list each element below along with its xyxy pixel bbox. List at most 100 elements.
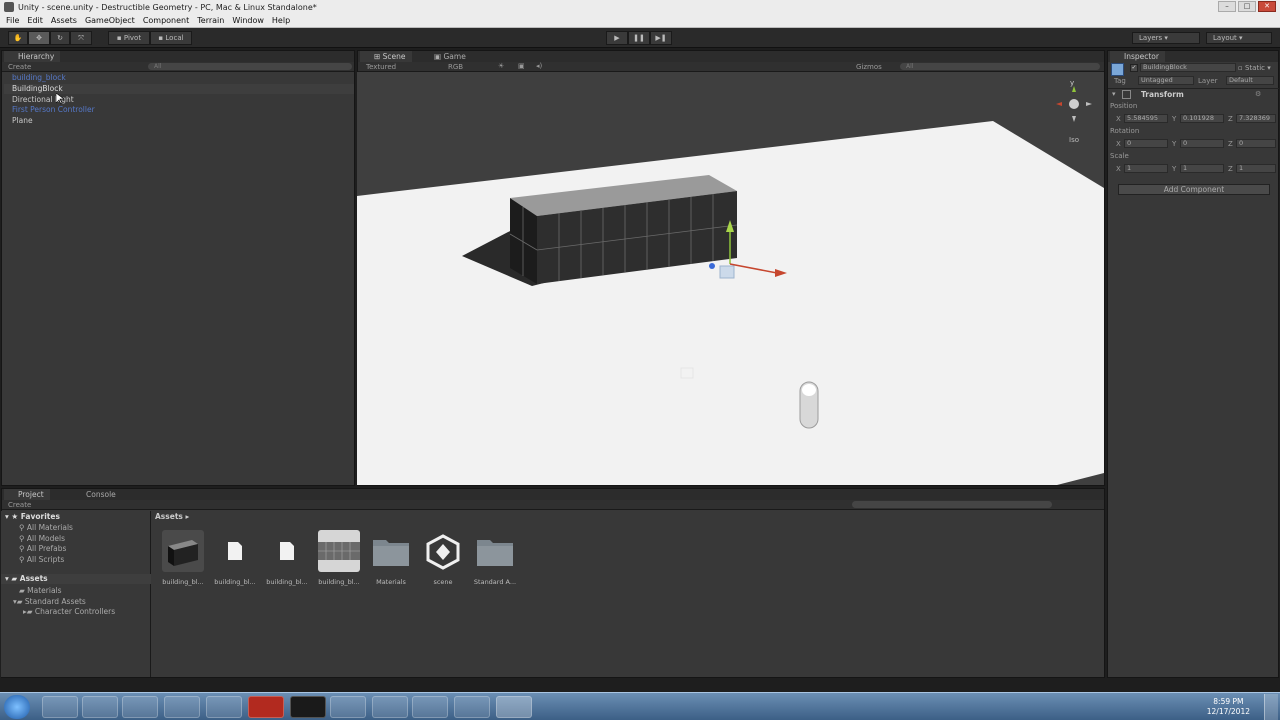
favorite-item[interactable]: ⚲ All Models [19, 534, 65, 544]
show-desktop-button[interactable] [1264, 694, 1278, 720]
hierarchy-create[interactable]: Create [8, 63, 31, 71]
step-button[interactable]: ▶❚ [650, 31, 672, 45]
position-y-field[interactable]: 0.101928 [1180, 114, 1224, 123]
maximize-button[interactable]: □ [1238, 1, 1256, 12]
add-component-button[interactable]: Add Component [1118, 184, 1270, 195]
rotation-z-field[interactable]: 0 [1236, 139, 1276, 148]
hierarchy-search-text: All [154, 63, 162, 70]
rotation-x-field[interactable]: 0 [1124, 139, 1168, 148]
image-toggle-icon[interactable]: ▣ [518, 62, 525, 70]
gizmos-dropdown[interactable]: Gizmos [856, 63, 882, 71]
scale-x-label: X [1116, 165, 1121, 173]
scene-viewport[interactable]: y Iso [357, 72, 1104, 485]
app-taskbar-icon[interactable] [454, 696, 490, 718]
asset-item[interactable]: Standard A... [469, 530, 521, 586]
favorite-item[interactable]: ⚲ All Prefabs [19, 544, 66, 554]
media-taskbar-icon[interactable] [290, 696, 326, 718]
pivot-toggle[interactable]: ▪ Pivot [108, 31, 150, 45]
menu-terrain[interactable]: Terrain [193, 16, 228, 25]
app-taskbar-icon[interactable] [164, 696, 200, 718]
blender-taskbar-icon[interactable] [412, 696, 448, 718]
object-name-field[interactable]: BuildingBlock [1140, 63, 1236, 72]
menu-edit[interactable]: Edit [23, 16, 47, 25]
menu-component[interactable]: Component [139, 16, 193, 25]
hierarchy-item[interactable]: Plane [12, 116, 33, 126]
pause-button[interactable]: ❚❚ [628, 31, 650, 45]
menu-help[interactable]: Help [268, 16, 294, 25]
active-checkbox[interactable]: ✓ [1130, 64, 1138, 72]
app-taskbar-icon[interactable] [206, 696, 242, 718]
static-toggle[interactable]: ▫ Static ▾ [1238, 64, 1271, 72]
rot-y-label: Y [1172, 140, 1177, 148]
asset-item[interactable]: scene [417, 530, 469, 586]
layout-dropdown[interactable]: Layout ▾ [1206, 32, 1272, 44]
app-taskbar-icon[interactable] [372, 696, 408, 718]
favorite-item[interactable]: ⚲ All Materials [19, 523, 73, 533]
projection-label[interactable]: Iso [1069, 136, 1079, 144]
tab-console[interactable]: Console [72, 489, 122, 500]
tree-folder[interactable]: ▾▰ Standard Assets [13, 597, 86, 607]
menu-file[interactable]: File [2, 16, 23, 25]
scale-tool-icon[interactable]: ⤧ [70, 31, 92, 45]
asset-item[interactable]: building_bl... [157, 530, 209, 586]
chrome-taskbar-icon[interactable] [82, 696, 118, 718]
scale-z-field[interactable]: 1 [1236, 164, 1276, 173]
color-mode-dropdown[interactable]: RGB [448, 63, 463, 71]
app-taskbar-icon[interactable] [330, 696, 366, 718]
tab-project[interactable]: Project [4, 489, 50, 500]
local-toggle[interactable]: ▪ Local [150, 31, 192, 45]
render-mode-dropdown[interactable]: Textured [366, 63, 396, 71]
asset-item[interactable]: Materials [365, 530, 417, 586]
tab-hierarchy[interactable]: Hierarchy [4, 51, 61, 62]
menu-assets[interactable]: Assets [47, 16, 81, 25]
asset-item[interactable]: building_bl... [209, 530, 261, 586]
project-create[interactable]: Create [8, 501, 31, 509]
filezilla-taskbar-icon[interactable] [248, 696, 284, 718]
system-clock[interactable]: 8:59 PM 12/17/2012 [1207, 697, 1250, 717]
tab-game[interactable]: ▣ Game [420, 51, 472, 62]
menu-window[interactable]: Window [228, 16, 268, 25]
asset-item[interactable]: building_bl... [261, 530, 313, 586]
lighting-toggle-icon[interactable]: ☀ [498, 62, 504, 70]
menu-gameobject[interactable]: GameObject [81, 16, 139, 25]
scene-search-input[interactable]: All [900, 63, 1100, 70]
explorer-taskbar-icon[interactable] [42, 696, 78, 718]
component-settings-icon[interactable]: ⚙ [1255, 90, 1261, 98]
favorite-label: All Models [26, 534, 65, 543]
close-button[interactable]: ✕ [1258, 1, 1276, 12]
audio-toggle-icon[interactable]: ◂) [536, 62, 542, 70]
assets-breadcrumb[interactable]: Assets ▸ [155, 512, 189, 521]
start-button-icon[interactable] [4, 695, 30, 719]
hand-tool-icon[interactable]: ✋ [8, 31, 28, 45]
tree-folder[interactable]: ▸▰ Character Controllers [23, 607, 115, 617]
tag-dropdown[interactable]: Untagged [1138, 76, 1194, 85]
app-taskbar-icon[interactable] [122, 696, 158, 718]
hierarchy-search-input[interactable]: All [148, 63, 352, 70]
favorite-item[interactable]: ⚲ All Scripts [19, 555, 64, 565]
tab-scene[interactable]: ⊞ Scene [360, 51, 412, 62]
rotation-y-field[interactable]: 0 [1180, 139, 1224, 148]
tab-inspector[interactable]: Inspector [1110, 51, 1165, 62]
scale-y-field[interactable]: 1 [1180, 164, 1224, 173]
minimize-button[interactable]: – [1218, 1, 1236, 12]
project-search-input[interactable] [852, 501, 1052, 508]
tree-folder[interactable]: ▰ Materials [19, 586, 62, 596]
assets-root[interactable]: ▾ ▰ Assets [1, 574, 151, 584]
favorites-header[interactable]: ▾ ★ Favorites [5, 512, 60, 522]
unity-taskbar-icon[interactable] [496, 696, 532, 718]
position-z-field[interactable]: 7.328369 [1236, 114, 1276, 123]
layers-dropdown[interactable]: Layers ▾ [1132, 32, 1200, 44]
hierarchy-item[interactable]: building_block [12, 73, 66, 83]
play-button[interactable]: ▶ [606, 31, 628, 45]
asset-item[interactable]: building_bl... [313, 530, 365, 586]
foldout-arrow-icon[interactable]: ▾ [1112, 90, 1116, 98]
window-title: Unity - scene.unity - Destructible Geome… [18, 2, 317, 12]
orientation-gizmo[interactable]: y [1056, 79, 1092, 122]
layer-dropdown[interactable]: Default [1226, 76, 1274, 85]
hierarchy-item[interactable]: Directional Light [12, 95, 74, 105]
position-x-field[interactable]: 5.584595 [1124, 114, 1168, 123]
scale-x-field[interactable]: 1 [1124, 164, 1168, 173]
rotate-tool-icon[interactable]: ↻ [50, 31, 70, 45]
move-tool-icon[interactable]: ✥ [28, 31, 50, 45]
hierarchy-item[interactable]: First Person Controller [12, 105, 95, 115]
